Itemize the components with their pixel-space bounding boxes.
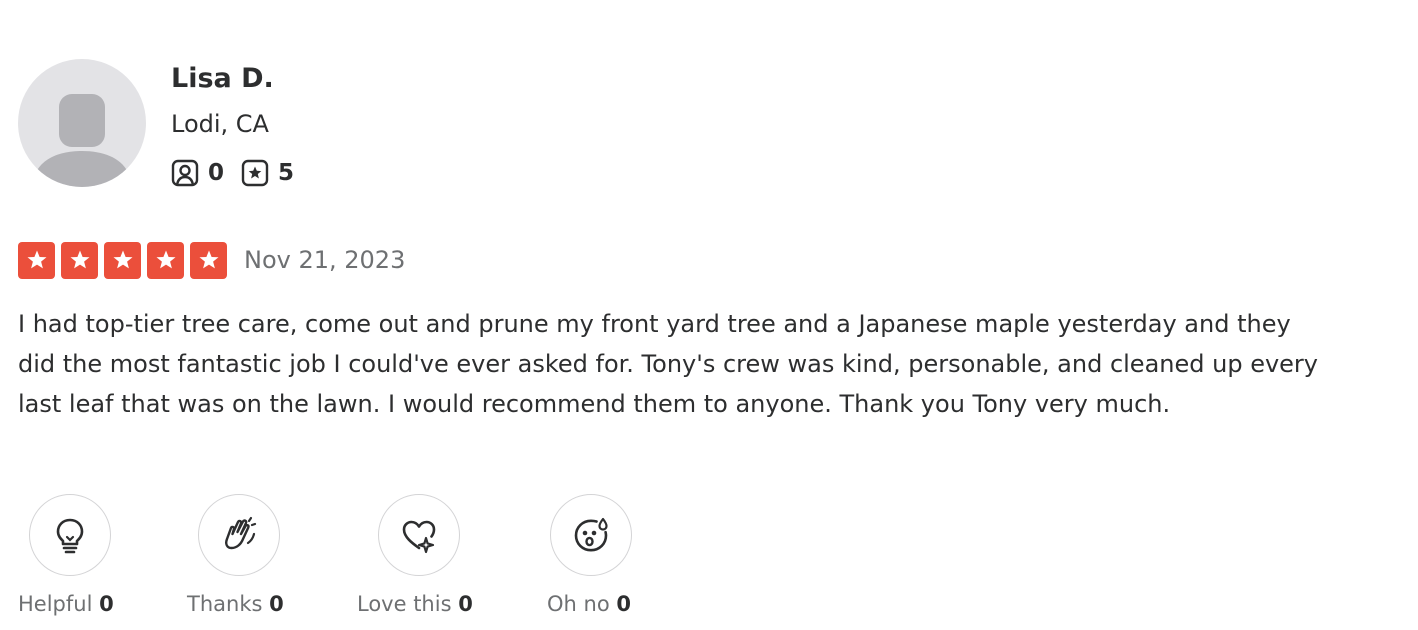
love-this-label: Love this 0	[357, 590, 473, 618]
heart-sparkle-icon	[402, 520, 436, 554]
oh-no-button[interactable]	[550, 494, 632, 576]
love-this-text: Love this	[357, 592, 452, 616]
thanks-text: Thanks	[187, 592, 263, 616]
avatar[interactable]	[18, 59, 146, 187]
friends-count: 0	[208, 160, 225, 186]
rating-star	[18, 241, 55, 279]
surprised-face-icon	[574, 517, 608, 552]
reviewer-name[interactable]: Lisa D.	[171, 62, 274, 96]
clapping-hands-icon	[225, 516, 257, 550]
reviews-count: 5	[278, 160, 295, 186]
oh-no-count: 0	[616, 592, 631, 616]
oh-no-text: Oh no	[547, 592, 610, 616]
star-icon	[70, 250, 89, 269]
thanks-label: Thanks 0	[187, 590, 284, 618]
rating-star	[61, 241, 98, 279]
star-rating	[18, 241, 227, 279]
rating-star	[190, 241, 227, 279]
reviews-stat: 5	[241, 159, 294, 187]
star-icon	[113, 250, 132, 269]
lightbulb-icon	[56, 518, 84, 554]
review-star-icon	[241, 159, 269, 187]
helpful-label: Helpful 0	[18, 590, 114, 618]
reviewer-stats: 0 5	[171, 158, 311, 188]
helpful-count: 0	[99, 592, 114, 616]
rating-star	[147, 241, 184, 279]
friends-icon	[171, 159, 199, 187]
reaction-bar: Helpful 0 Thanks 0 Love this 0 Oh no 0	[0, 494, 700, 624]
reviewer-location: Lodi, CA	[171, 110, 269, 138]
review-text: I had top-tier tree care, come out and p…	[18, 310, 1318, 418]
star-icon	[27, 250, 46, 269]
default-user-icon	[32, 94, 132, 187]
friends-stat: 0	[171, 159, 224, 187]
helpful-text: Helpful	[18, 592, 93, 616]
helpful-button[interactable]	[29, 494, 111, 576]
thanks-count: 0	[269, 592, 284, 616]
oh-no-label: Oh no 0	[547, 590, 631, 618]
rating-row: Nov 21, 2023	[18, 240, 405, 280]
rating-star	[104, 241, 141, 279]
love-this-button[interactable]	[378, 494, 460, 576]
love-this-count: 0	[458, 592, 473, 616]
thanks-button[interactable]	[198, 494, 280, 576]
star-icon	[199, 250, 218, 269]
star-icon	[156, 250, 175, 269]
review-date: Nov 21, 2023	[244, 246, 406, 274]
